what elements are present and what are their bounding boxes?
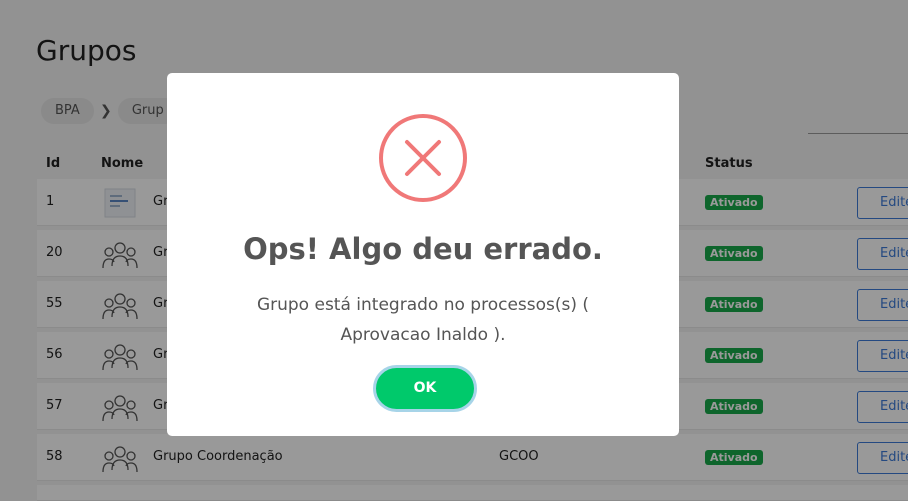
ok-button[interactable]: OK: [373, 365, 477, 412]
dialog-message: Grupo está integrado no processos(s) ( A…: [256, 295, 590, 345]
dialog-title: Ops! Algo deu errado.: [243, 232, 603, 266]
error-x-icon: [379, 114, 467, 202]
error-dialog: Ops! Algo deu errado. Grupo está integra…: [167, 73, 679, 436]
